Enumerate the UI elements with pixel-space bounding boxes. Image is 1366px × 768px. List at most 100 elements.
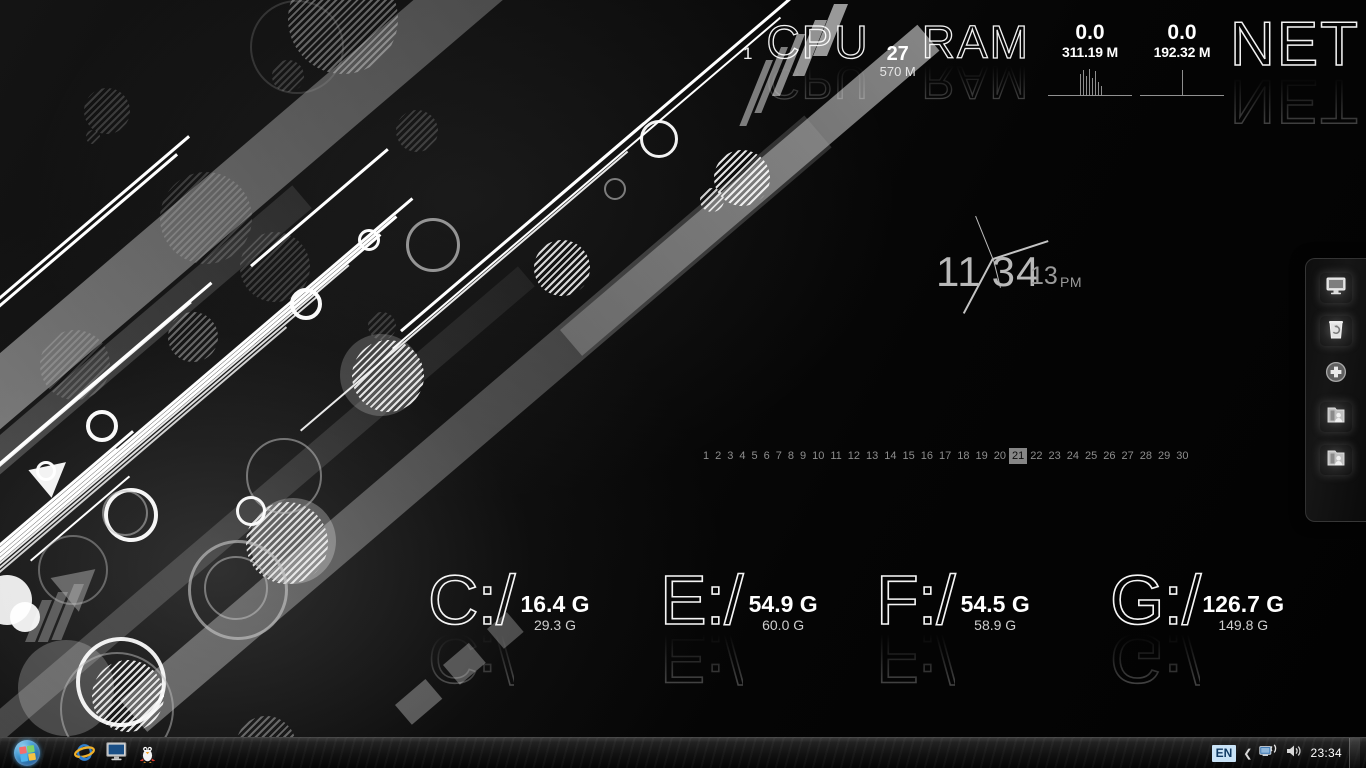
calendar-day[interactable]: 26 [1100,448,1118,464]
calendar-day[interactable]: 14 [881,448,899,464]
start-button[interactable] [2,739,52,767]
drive-e-total: 60.0 G [762,617,805,634]
calendar-day-today[interactable]: 21 [1009,448,1028,465]
calendar-day[interactable]: 28 [1137,448,1155,464]
quick-launch-qq[interactable] [138,742,160,764]
calendar-day[interactable]: 19 [973,448,991,464]
drive-g[interactable]: G:/ G:/ 126.7 G 149.8 G [1109,564,1285,698]
wallpaper-ring [604,178,626,200]
dock-item-add[interactable] [1320,359,1352,389]
wallpaper-ring [358,229,380,251]
calendar-day[interactable]: 11 [827,448,844,464]
drive-f-total: 58.9 G [974,617,1017,634]
calendar-day[interactable]: 1 [700,448,712,464]
folder-user-icon [1326,405,1346,430]
dock-item-recycle-bin[interactable] [1320,316,1352,346]
wallpaper-ring [38,535,108,605]
cpu-meter[interactable]: 1 CPU CPU [743,16,870,110]
drive-e-values: 54.9 G 60.0 G [749,592,818,633]
monitor-icon [1326,277,1346,300]
calendar-day[interactable]: 30 [1173,448,1191,464]
net-graph-baseline [1048,95,1132,97]
drive-e[interactable]: E:/ E:/ 54.9 G 60.0 G [659,561,818,698]
calendar-day[interactable]: 17 [936,448,954,464]
wallpaper-circle [340,334,422,416]
volume-icon[interactable] [1285,743,1303,764]
wallpaper-circle [168,312,218,362]
calendar-day[interactable]: 13 [863,448,881,464]
calendar-day[interactable]: 6 [761,448,773,464]
net-upload-total: 311.19 M [1062,44,1118,61]
calendar-day[interactable]: 22 [1027,448,1045,464]
drive-e-free: 54.9 G [748,591,818,617]
calendar-day[interactable]: 18 [954,448,972,464]
drive-f-values: 54.5 G 58.9 G [961,592,1030,633]
network-icon[interactable] [1259,743,1278,764]
cpu-label-reflection: CPU [766,56,870,109]
calendar-day[interactable]: 9 [797,448,809,464]
calendar-day[interactable]: 4 [736,448,748,464]
clock-seconds: 13 [1030,262,1058,290]
tray-expand-chevron-icon[interactable]: ❮ [1243,747,1252,760]
wallpaper-ring [236,496,266,526]
wallpaper-ring [204,556,268,620]
wallpaper-ring [250,0,344,94]
drive-f-free: 54.5 G [960,591,1030,617]
wallpaper-ring [290,288,322,320]
drive-c[interactable]: C:/ C:/ 16.4 G 29.3 G [427,561,589,698]
calendar-day[interactable]: 23 [1046,448,1064,464]
calendar-day[interactable]: 20 [991,448,1009,464]
net-download-rate: 0.0 [1167,21,1197,44]
dock-item-folder-user[interactable] [1320,445,1352,475]
dock-item-show-desktop[interactable] [1320,273,1352,303]
clock-widget[interactable]: 11 34 13 PM [930,200,1130,320]
drive-g-free: 126.7 G [1202,591,1285,617]
cpu-label: CPU [766,16,870,68]
calendar-day[interactable]: 2 [712,448,724,464]
drive-f[interactable]: F:/ F:/ 54.5 G 58.9 G [875,561,1030,698]
calendar-day[interactable]: 15 [900,448,918,464]
taskbar: EN ❮ 23:34 [0,737,1366,768]
sidebar-dock[interactable] [1305,258,1366,522]
windows-flag-icon [18,744,36,762]
calendar-day[interactable]: 10 [809,448,827,464]
ram-meter[interactable]: 27 570 M RAM RAM [880,18,1031,110]
system-tray: EN ❮ 23:34 [1211,738,1366,768]
calendar-widget[interactable]: 1 2 3 4 5 6 7 8 9 10 11 12 13 14 15 16 17 18 19 20 21 22 23 24 2… [700,448,1192,465]
net-meter[interactable]: 0.0 311.19 M 0.0 192.32 M NET NET [1044,13,1361,136]
calendar-day[interactable]: 7 [773,448,785,464]
language-indicator[interactable]: EN [1211,744,1237,762]
quick-launch-show-desktop[interactable] [106,742,128,764]
calendar-day[interactable]: 27 [1119,448,1137,464]
dock-item-folder-documents[interactable] [1320,402,1352,432]
wallpaper-circle [534,240,590,296]
plus-icon [1325,361,1347,388]
net-label: NET [1229,10,1360,79]
net-label-reflection: NET [1229,65,1361,136]
drive-e-letter: E:/ [659,561,744,639]
quick-launch-internet-explorer[interactable] [74,742,96,764]
calendar-day[interactable]: 29 [1155,448,1173,464]
wallpaper-ring [406,218,460,272]
ram-label-reflection: RAM [921,56,1031,109]
clock-ampm: PM [1060,274,1082,290]
ram-usage: 27 570 M [880,44,916,79]
windows-logo-icon [14,740,40,766]
calendar-day[interactable]: 8 [785,448,797,464]
calendar-day[interactable]: 24 [1064,448,1082,464]
drive-c-values: 16.4 G 29.3 G [520,592,589,633]
calendar-day[interactable]: 12 [845,448,863,464]
show-desktop-button[interactable] [1349,738,1360,768]
net-download-graph [1136,64,1228,102]
calendar-day[interactable]: 5 [749,448,761,464]
clock-time: 11 34 [936,248,1040,296]
tray-clock[interactable]: 23:34 [1310,746,1342,760]
drive-f-letter: F:/ [875,561,956,639]
calendar-day[interactable]: 3 [724,448,736,464]
wallpaper-ring [86,410,118,442]
qq-penguin-icon [138,744,157,767]
internet-explorer-icon [74,744,95,767]
calendar-day[interactable]: 25 [1082,448,1100,464]
calendar-day[interactable]: 16 [918,448,936,464]
drive-c-letter: C:/ [427,561,516,639]
